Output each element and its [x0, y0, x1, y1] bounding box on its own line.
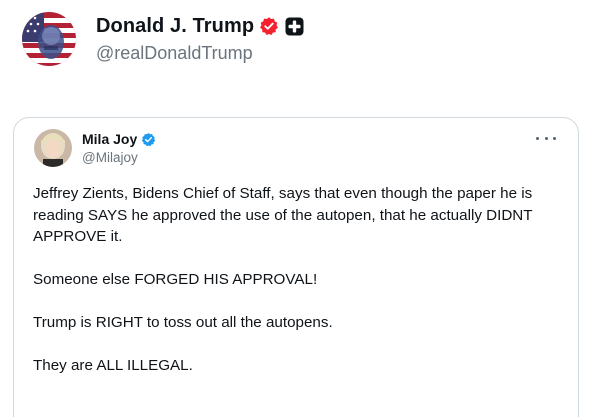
more-icon — [553, 136, 556, 140]
post-paragraph: They are ALL ILLEGAL. — [33, 357, 193, 374]
quoted-post-text: Jeffrey Zients, Bidens Chief of Staff, s… — [33, 183, 563, 398]
portrait-avatar-icon — [34, 129, 72, 167]
post-paragraph: Jeffrey Zients, Bidens Chief of Staff, s… — [33, 185, 533, 245]
more-icon — [544, 136, 548, 140]
flag-portrait-avatar-icon — [22, 12, 76, 66]
quoted-avatar[interactable] — [34, 129, 72, 167]
quoted-author-name[interactable]: Mila Joy — [82, 131, 137, 147]
verified-badge-icon[interactable] — [259, 16, 279, 36]
author-handle[interactable]: @realDonaldTrump — [96, 43, 304, 64]
avatar[interactable] — [22, 12, 76, 66]
post-header: Donald J. Trump @realDonaldTrump — [22, 9, 304, 69]
affiliate-badge-icon[interactable] — [285, 17, 304, 36]
verified-badge-icon[interactable] — [141, 132, 156, 147]
quoted-author-handle[interactable]: @Milajoy — [82, 150, 156, 165]
post-paragraph: Trump is RIGHT to toss out all the autop… — [33, 314, 333, 331]
author-name[interactable]: Donald J. Trump — [96, 15, 254, 38]
quoted-post-header: Mila Joy @Milajoy — [34, 129, 156, 167]
more-icon — [536, 136, 539, 140]
quoted-post-card[interactable]: Mila Joy @Milajoy Jeffrey Zients, Bidens… — [13, 117, 579, 417]
post-paragraph: Someone else FORGED HIS APPROVAL! — [33, 271, 318, 288]
more-options-button[interactable] — [536, 132, 556, 144]
